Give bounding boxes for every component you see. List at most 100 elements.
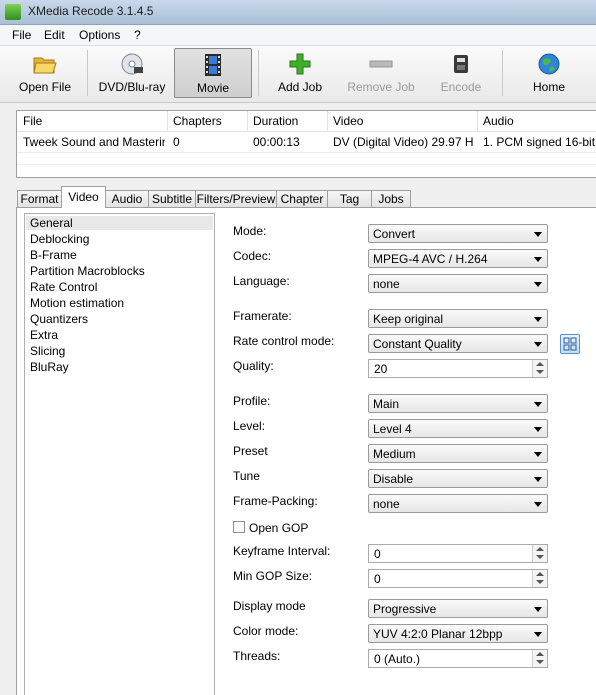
cell-duration: 00:00:13 (253, 135, 300, 149)
column-chapters[interactable]: Chapters (173, 114, 222, 128)
tab-subtitle[interactable]: Subtitle (148, 190, 196, 207)
add-job-button[interactable]: Add Job (268, 48, 332, 98)
tab-jobs[interactable]: Jobs (371, 190, 411, 207)
cell-chapters: 0 (173, 135, 180, 149)
tab-strip: Format Video Audio Subtitle Filters/Prev… (16, 186, 596, 208)
level-select[interactable]: Level 4 (368, 419, 548, 438)
globe-icon (538, 53, 560, 75)
menu-bar: File Edit Options ? (0, 25, 596, 46)
codec-select[interactable]: MPEG-4 AVC / H.264 (368, 249, 548, 268)
language-select[interactable]: none (368, 274, 548, 293)
cell-video: DV (Digital Video) 29.97 H… (333, 135, 473, 149)
chevron-down-icon (534, 342, 542, 347)
profile-label: Profile: (233, 394, 271, 408)
menu-edit[interactable]: Edit (44, 28, 65, 42)
encode-button[interactable]: Encode (432, 48, 490, 98)
dvd-bluray-button[interactable]: DVD/Blu-ray (94, 48, 170, 98)
spin-down-icon[interactable] (536, 580, 544, 584)
preset-label: Preset (233, 444, 268, 458)
language-label: Language: (233, 274, 290, 288)
category-partition-macroblocks[interactable]: Partition Macroblocks (30, 264, 145, 278)
tab-chapter[interactable]: Chapter (276, 190, 328, 207)
toolbar: Open File DVD/Blu-ray Movie Add Job Remo… (0, 46, 596, 103)
open-gop-label[interactable]: Open GOP (249, 521, 308, 535)
table-row[interactable]: Tweek Sound and Masterin… 0 00:00:13 DV … (17, 132, 596, 152)
level-label: Level: (233, 419, 266, 433)
min-gop-size-stepper[interactable]: 0 (368, 569, 548, 588)
chevron-down-icon (534, 257, 542, 262)
chevron-down-icon (534, 477, 542, 482)
spin-up-icon[interactable] (536, 362, 544, 366)
spin-down-icon[interactable] (536, 555, 544, 559)
tune-label: Tune (233, 469, 260, 483)
chevron-down-icon (534, 607, 542, 612)
chevron-down-icon (534, 427, 542, 432)
spin-down-icon[interactable] (536, 370, 544, 374)
chevron-down-icon (534, 632, 542, 637)
category-general[interactable]: General (26, 216, 213, 230)
open-file-button[interactable]: Open File (10, 48, 80, 98)
threads-stepper[interactable]: 0 (Auto.) (368, 649, 548, 668)
spin-up-icon[interactable] (536, 547, 544, 551)
menu-options[interactable]: Options (79, 28, 120, 42)
plus-icon (289, 53, 311, 75)
film-strip-icon (205, 54, 221, 76)
home-button[interactable]: Home (522, 48, 576, 98)
category-rate-control[interactable]: Rate Control (30, 280, 97, 294)
spin-up-icon[interactable] (536, 572, 544, 576)
keyframe-interval-stepper[interactable]: 0 (368, 544, 548, 563)
framerate-label: Framerate: (233, 309, 292, 323)
rate-control-mode-select[interactable]: Constant Quality (368, 334, 548, 353)
mode-select[interactable]: Convert (368, 224, 548, 243)
column-video[interactable]: Video (333, 114, 363, 128)
calculator-icon (563, 337, 577, 351)
category-b-frame[interactable]: B-Frame (30, 248, 77, 262)
app-icon (5, 4, 21, 20)
mode-label: Mode: (233, 224, 267, 238)
folder-open-icon (33, 57, 57, 74)
quality-stepper[interactable]: 20 (368, 359, 548, 378)
chevron-down-icon (534, 282, 542, 287)
column-file[interactable]: File (23, 114, 42, 128)
preset-select[interactable]: Medium (368, 444, 548, 463)
frame-packing-label: Frame-Packing: (233, 494, 318, 508)
title-bar: XMedia Recode 3.1.4.5 (0, 0, 596, 25)
tab-tag[interactable]: Tag (327, 190, 372, 207)
encode-icon (454, 55, 468, 73)
file-list-header: File Chapters Duration Video Audio (17, 111, 596, 132)
chevron-down-icon (534, 502, 542, 507)
spin-down-icon[interactable] (536, 660, 544, 664)
file-list[interactable]: File Chapters Duration Video Audio Tweek… (16, 110, 596, 178)
menu-file[interactable]: File (12, 28, 31, 42)
tab-audio[interactable]: Audio (105, 190, 149, 207)
menu-help[interactable]: ? (134, 28, 141, 42)
category-slicing[interactable]: Slicing (30, 344, 65, 358)
keyframe-interval-label: Keyframe Interval: (233, 544, 331, 558)
column-audio[interactable]: Audio (483, 114, 514, 128)
profile-select[interactable]: Main (368, 394, 548, 413)
category-list[interactable]: General Deblocking B-Frame Partition Mac… (24, 213, 215, 695)
framerate-select[interactable]: Keep original (368, 309, 548, 328)
category-extra[interactable]: Extra (30, 328, 58, 342)
minus-icon (369, 60, 393, 68)
spin-up-icon[interactable] (536, 652, 544, 656)
tune-select[interactable]: Disable (368, 469, 548, 488)
column-duration[interactable]: Duration (253, 114, 298, 128)
frame-packing-select[interactable]: none (368, 494, 548, 513)
display-mode-label: Display mode (233, 599, 306, 613)
category-bluray[interactable]: BluRay (30, 360, 69, 374)
remove-job-button[interactable]: Remove Job (344, 48, 418, 98)
movie-button[interactable]: Movie (174, 48, 252, 98)
color-mode-select[interactable]: YUV 4:2:0 Planar 12bpp (368, 624, 548, 643)
tab-format[interactable]: Format (17, 190, 62, 207)
tab-video[interactable]: Video (61, 186, 106, 208)
category-deblocking[interactable]: Deblocking (30, 232, 89, 246)
category-motion-estimation[interactable]: Motion estimation (30, 296, 124, 310)
cell-audio: 1. PCM signed 16-bit Lit (483, 135, 596, 149)
disc-icon (121, 53, 143, 75)
calculator-button[interactable] (560, 334, 580, 354)
tab-filters-preview[interactable]: Filters/Preview (195, 190, 277, 207)
display-mode-select[interactable]: Progressive (368, 599, 548, 618)
category-quantizers[interactable]: Quantizers (30, 312, 88, 326)
open-gop-checkbox[interactable] (233, 521, 245, 533)
